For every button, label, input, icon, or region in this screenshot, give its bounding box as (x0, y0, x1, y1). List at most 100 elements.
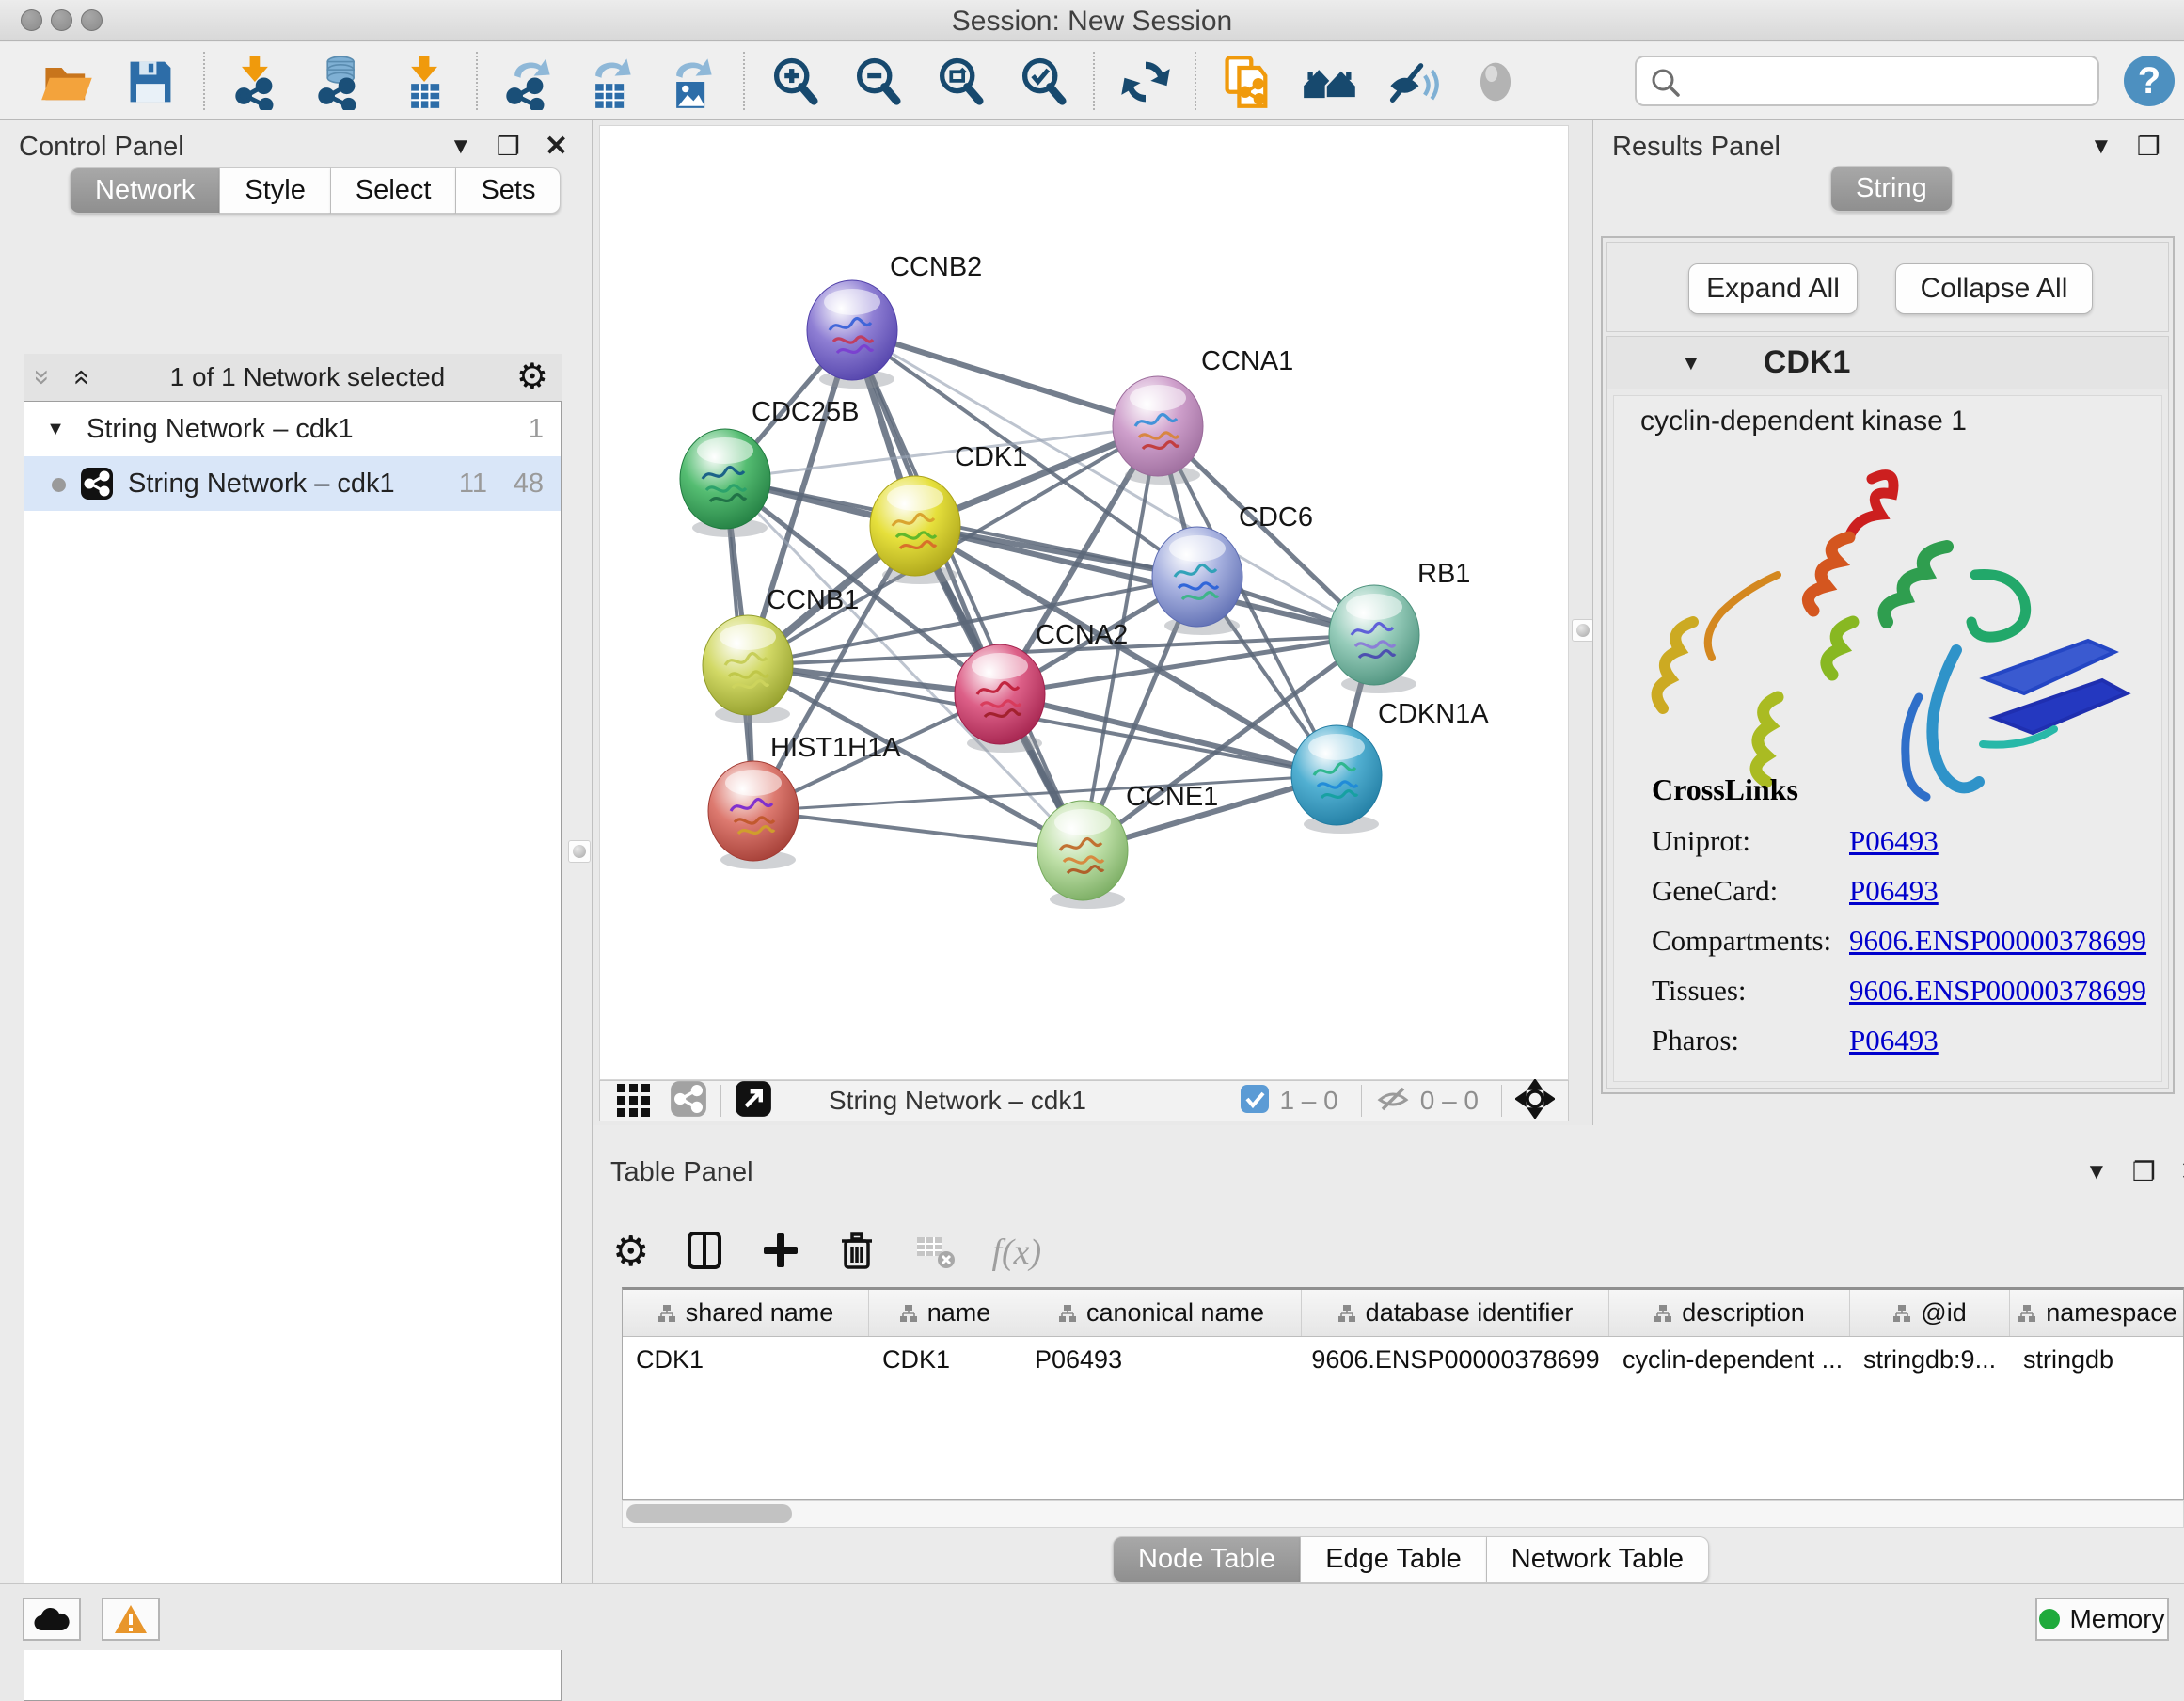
column-header-database-identifier[interactable]: database identifier (1302, 1290, 1609, 1336)
network-list-options-gear-icon[interactable]: ⚙ (516, 359, 548, 395)
panel-menu-icon[interactable]: ▼ (450, 134, 472, 160)
node-CCNB1[interactable]: CCNB1 (703, 585, 859, 723)
table-cell[interactable]: stringdb (2010, 1337, 2184, 1382)
table-cell[interactable]: CDK1 (869, 1337, 1021, 1382)
table-cell[interactable]: CDK1 (623, 1337, 869, 1382)
network-canvas[interactable]: CCNB2CCNA1CDC25BCDK1CDC6RB1CCNB1CCNA2CDK… (599, 125, 1569, 1080)
network-graph[interactable]: CCNB2CCNA1CDC25BCDK1CDC6RB1CCNB1CCNA2CDK… (600, 126, 1568, 1079)
table-options-gear-icon[interactable]: ⚙ (612, 1232, 649, 1273)
column-header-description[interactable]: description (1609, 1290, 1850, 1336)
crosslink-value-link[interactable]: P06493 (1849, 824, 1939, 858)
close-panel-icon[interactable]: ✕ (2180, 1155, 2184, 1188)
collection-expand-icon[interactable]: ▼ (24, 419, 87, 440)
column-header-canonical-name[interactable]: canonical name (1021, 1290, 1302, 1336)
tab-select[interactable]: Select (331, 167, 457, 214)
network-row-selected[interactable]: String Network – cdk1 11 48 (24, 456, 561, 511)
crosslink-value-link[interactable]: 9606.ENSP00000378699 (1849, 974, 2146, 1008)
node-CCNA1[interactable]: CCNA1 (1113, 346, 1293, 485)
warnings-button[interactable] (102, 1598, 160, 1641)
crosslink-label: GeneCard: (1652, 874, 1849, 908)
export-image-button[interactable] (660, 54, 717, 110)
selected-checkbox-icon[interactable] (1240, 1084, 1270, 1119)
table-horizontal-scrollbar[interactable] (622, 1500, 2184, 1528)
table-cell[interactable]: cyclin-dependent ... (1609, 1337, 1850, 1382)
home-button[interactable] (1302, 54, 1358, 110)
network-view-share-icon[interactable] (670, 1080, 707, 1122)
column-header-namespace[interactable]: namespace (2010, 1290, 2184, 1336)
grid-view-icon[interactable] (615, 1080, 653, 1122)
table-row[interactable]: CDK1CDK1P064939606.ENSP00000378699cyclin… (623, 1337, 2183, 1382)
hide-panels-button[interactable] (1385, 54, 1441, 110)
table-cell[interactable]: P06493 (1021, 1337, 1302, 1382)
zoom-fit-button[interactable] (933, 54, 989, 110)
table-cell[interactable]: stringdb:9... (1850, 1337, 2010, 1382)
tab-network[interactable]: Network (70, 167, 220, 214)
node-CCNB2[interactable]: CCNB2 (807, 252, 982, 389)
import-network-file-button[interactable] (228, 54, 284, 110)
panel-menu-icon[interactable]: ▼ (2085, 1159, 2108, 1185)
section-collapse-icon[interactable]: ▼ (1681, 351, 1701, 375)
crosslink-value-link[interactable]: 9606.ENSP00000378699 (1849, 924, 2146, 958)
node-CDKN1A[interactable]: CDKN1A (1291, 699, 1489, 834)
gene-details: cyclin-dependent kinase 1 (1613, 395, 2162, 1082)
node-HIST1H1A[interactable]: HIST1H1A (708, 733, 901, 869)
left-splitter-grip[interactable] (568, 840, 591, 863)
tab-sets[interactable]: Sets (456, 167, 561, 214)
column-header-shared-name[interactable]: shared name (623, 1290, 869, 1336)
collapse-all-button[interactable]: Collapse All (1895, 263, 2093, 314)
close-panel-icon[interactable]: ✕ (545, 130, 568, 163)
hidden-eye-icon[interactable] (1375, 1081, 1411, 1121)
edge-CCNB2-CCNA1[interactable] (852, 330, 1158, 426)
tab-style[interactable]: Style (220, 167, 330, 214)
refresh-view-button[interactable] (1117, 54, 1174, 110)
open-session-button[interactable] (40, 54, 96, 110)
cloud-status-button[interactable] (23, 1598, 81, 1641)
import-network-database-button[interactable] (310, 54, 367, 110)
show-panel-button[interactable] (1467, 54, 1524, 110)
column-header-name[interactable]: name (869, 1290, 1021, 1336)
node-CCNE1[interactable]: CCNE1 (1037, 782, 1218, 909)
node-RB1[interactable]: RB1 (1329, 559, 1470, 693)
tab-string[interactable]: String (1830, 166, 1953, 212)
zoom-in-button[interactable] (768, 54, 824, 110)
float-panel-icon[interactable]: ❐ (2137, 131, 2160, 162)
column-header--id[interactable]: @id (1850, 1290, 2010, 1336)
add-column-icon[interactable] (760, 1230, 801, 1276)
zoom-selected-button[interactable] (1016, 54, 1072, 110)
save-session-button[interactable] (122, 54, 179, 110)
memory-label: Memory (2069, 1604, 2164, 1634)
export-table-button[interactable] (579, 54, 636, 110)
right-splitter-grip[interactable] (1572, 619, 1594, 642)
help-button[interactable]: ? (2124, 56, 2175, 106)
export-network-button[interactable] (499, 54, 555, 110)
tab-edge-table[interactable]: Edge Table (1301, 1536, 1487, 1582)
node-label-RB1: RB1 (1417, 559, 1470, 589)
tab-network-table[interactable]: Network Table (1487, 1536, 1709, 1582)
zoom-out-button[interactable] (850, 54, 907, 110)
network-collection-row[interactable]: ▼ String Network – cdk1 1 (24, 402, 561, 456)
tab-node-table[interactable]: Node Table (1113, 1536, 1301, 1582)
detach-view-icon[interactable] (735, 1080, 772, 1122)
crosslink-value-link[interactable]: P06493 (1849, 874, 1939, 908)
expand-all-button[interactable]: Expand All (1688, 263, 1858, 314)
memory-button[interactable]: Memory (2035, 1598, 2169, 1641)
birdseye-crosshair-icon[interactable] (1515, 1079, 1555, 1123)
scrollbar-thumb[interactable] (626, 1504, 792, 1523)
show-columns-icon[interactable] (683, 1229, 726, 1277)
import-table-file-button[interactable] (395, 54, 451, 110)
table-cell[interactable]: 9606.ENSP00000378699 (1302, 1337, 1609, 1382)
float-panel-icon[interactable]: ❐ (497, 131, 520, 162)
edge-HIST1H1A-CCNE1[interactable] (753, 811, 1083, 850)
collapse-all-icon[interactable]: » (26, 358, 58, 396)
panel-menu-icon[interactable]: ▼ (2090, 134, 2113, 160)
crosslink-value-link[interactable]: P06493 (1849, 1024, 1939, 1057)
share-document-button[interactable] (1219, 54, 1275, 110)
hidden-counts: 0 – 0 (1420, 1086, 1479, 1116)
search-input[interactable] (1635, 56, 2099, 106)
float-panel-icon[interactable]: ❐ (2132, 1156, 2156, 1187)
gene-section-header[interactable]: ▼ CDK1 (1607, 337, 2168, 389)
delete-column-icon[interactable] (835, 1229, 878, 1277)
toolbar-separator (476, 52, 478, 110)
edge-CCNB2-CCNE1[interactable] (852, 330, 1083, 850)
expand-all-icon[interactable]: » (64, 358, 96, 396)
